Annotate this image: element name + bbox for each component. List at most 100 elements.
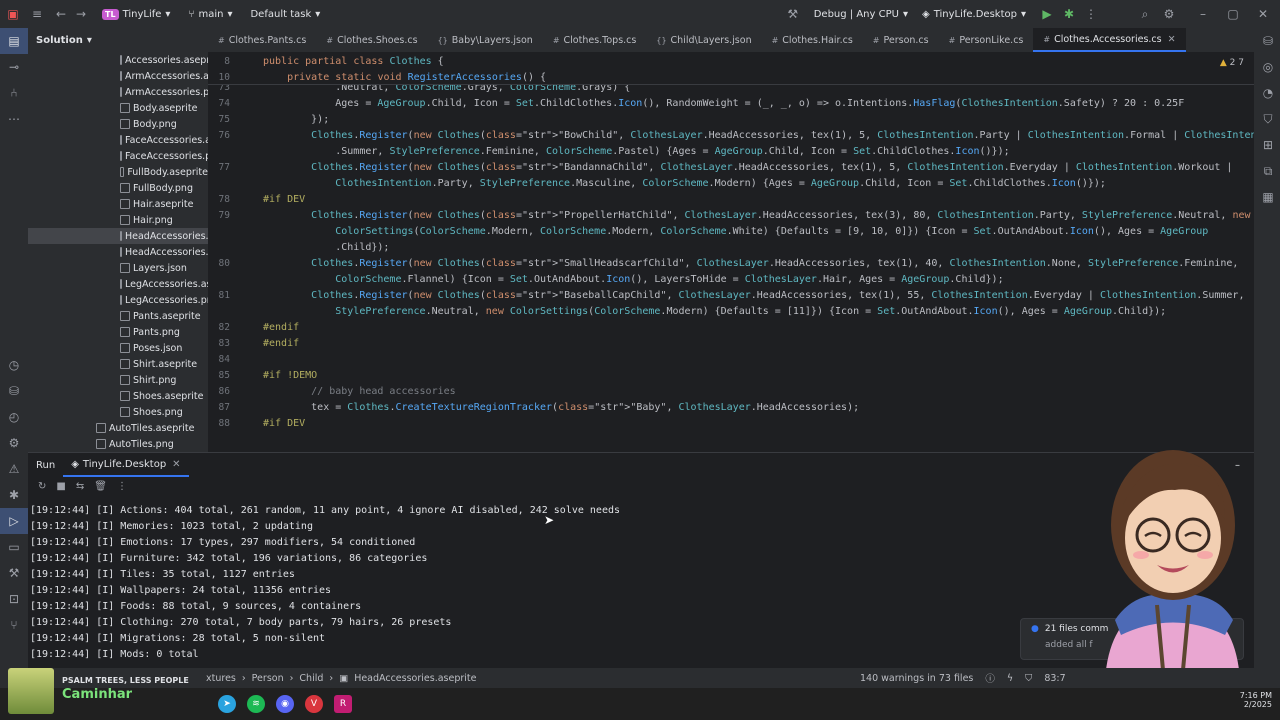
file-tree-item[interactable]: AutoTiles.png [28, 436, 208, 452]
warnings-summary[interactable]: 140 warnings in 73 files [860, 673, 973, 684]
file-tree-item[interactable]: HeadAccessories.aseprite [28, 228, 208, 244]
breadcrumb-item[interactable]: xtures [206, 673, 236, 684]
settings-icon[interactable]: ⚙ [1162, 7, 1176, 21]
clear-icon[interactable]: 🗑 [94, 481, 107, 492]
telegram-icon[interactable]: ➤ [218, 695, 236, 713]
editor-tab[interactable]: # Clothes.Tops.cs [543, 28, 647, 52]
file-tree-item[interactable]: LegAccessories.aseprite [28, 276, 208, 292]
lightning-icon[interactable]: ϟ [1007, 673, 1013, 684]
editor-tab[interactable]: # Clothes.Shoes.cs [316, 28, 427, 52]
file-tree-item[interactable]: FaceAccessories.png [28, 148, 208, 164]
clock-time[interactable]: 7:16 PM [1240, 691, 1272, 700]
minimize-icon[interactable]: – [1196, 7, 1210, 21]
file-tree-item[interactable]: Shirt.aseprite [28, 356, 208, 372]
database-icon[interactable]: ⛁ [1254, 28, 1280, 54]
ai-assistant-icon[interactable]: ◎ [1254, 54, 1280, 80]
inspection-widget[interactable]: ▲ 2 7 [1220, 58, 1244, 68]
nuget-icon[interactable]: ⧉ [1254, 158, 1280, 184]
more-icon[interactable]: ⋮ [1084, 7, 1098, 21]
wrap-icon[interactable]: ⇆ [76, 481, 84, 492]
file-tree-item[interactable]: Body.png [28, 116, 208, 132]
editor-tab[interactable]: {} Baby\Layers.json [428, 28, 543, 52]
profiler-icon[interactable]: ◴ [0, 404, 28, 430]
more-icon[interactable]: ⋮ [117, 481, 127, 492]
problems-icon[interactable]: ⚠ [0, 456, 28, 482]
shield-icon[interactable]: ⛉ [1254, 106, 1280, 132]
file-tree-item[interactable]: ArmAccessories.png [28, 84, 208, 100]
folder-icon[interactable]: ▤ [0, 28, 28, 54]
editor-tab[interactable]: # Clothes.Hair.cs [762, 28, 863, 52]
notifications-icon[interactable]: ◔ [1254, 80, 1280, 106]
build-icon[interactable]: ⚒ [0, 560, 28, 586]
file-tree-item[interactable]: HeadAccessories.png [28, 244, 208, 260]
database-icon[interactable]: ⛁ [0, 378, 28, 404]
info-icon[interactable]: ⓘ [985, 671, 995, 685]
task-selector[interactable]: Default task ▾ [250, 9, 320, 20]
commit-icon[interactable]: ⊸ [0, 54, 28, 80]
hammer-icon[interactable]: ⚒ [786, 7, 800, 21]
rider-taskbar-icon[interactable]: R [334, 695, 352, 713]
project-selector[interactable]: TL TinyLife ▾ [102, 8, 170, 20]
media-thumbnail[interactable] [8, 668, 54, 714]
file-tree-item[interactable]: Body.aseprite [28, 100, 208, 116]
file-tree-item[interactable]: Layers.json [28, 260, 208, 276]
file-tree-item[interactable]: FaceAccessories.aseprite [28, 132, 208, 148]
editor-tab[interactable]: # Clothes.Pants.cs [208, 28, 316, 52]
file-tree-item[interactable]: Poses.json [28, 340, 208, 356]
explorer-icon[interactable]: ▦ [1254, 184, 1280, 210]
more-tools-icon[interactable]: ⋯ [0, 106, 28, 132]
file-tree-item[interactable]: Accessories.aseprite [28, 52, 208, 68]
discord-icon[interactable]: ◉ [276, 695, 294, 713]
forward-icon[interactable]: → [74, 7, 88, 21]
console-output[interactable]: [19:12:44] [I] Actions: 404 total, 261 r… [28, 503, 620, 663]
terminal-icon[interactable]: ▭ [0, 534, 28, 560]
solution-header[interactable]: Solution ▾ [28, 28, 208, 52]
services-icon[interactable]: ◷ [0, 352, 28, 378]
vivaldi-icon[interactable]: V [305, 695, 323, 713]
run-config-tab[interactable]: ◈ TinyLife.Desktop ✕ [63, 453, 189, 477]
back-icon[interactable]: ← [54, 7, 68, 21]
search-icon[interactable]: ⌕ [1138, 7, 1152, 22]
file-tree-item[interactable]: Shoes.aseprite [28, 388, 208, 404]
sticky-scroll-header[interactable]: 8 public partial class Clothes {10 privat… [208, 52, 1254, 85]
hamburger-menu-icon[interactable]: ≡ [30, 7, 44, 21]
breadcrumb-item[interactable]: Child [299, 673, 323, 684]
file-tree-item[interactable]: Hair.aseprite [28, 196, 208, 212]
editor-tab[interactable]: {} Child\Layers.json [646, 28, 761, 52]
close-tab-icon[interactable]: ✕ [1168, 34, 1176, 45]
maximize-icon[interactable]: ▢ [1226, 7, 1240, 21]
stop-icon[interactable]: ■ [56, 481, 65, 492]
build-config-selector[interactable]: Debug | Any CPU ▾ [814, 9, 908, 20]
file-tree-item[interactable]: FullBody.png [28, 180, 208, 196]
file-tree-item[interactable]: AutoTiles.aseprite [28, 420, 208, 436]
run-tool-icon[interactable]: ▷ [0, 508, 28, 534]
git-icon[interactable]: ⑂ [0, 612, 28, 638]
debug-tool-icon[interactable]: ✱ [0, 482, 28, 508]
editor-tab[interactable]: # Person.cs [863, 28, 939, 52]
file-tree-item[interactable]: Shirt.png [28, 372, 208, 388]
branch-selector[interactable]: ⑂ main ▾ [188, 9, 232, 20]
run-target-selector[interactable]: ◈ TinyLife.Desktop ▾ [922, 9, 1026, 20]
problems-list-icon[interactable]: ⊡ [0, 586, 28, 612]
structure-icon[interactable]: ⊞ [1254, 132, 1280, 158]
caret-position[interactable]: 83:7 [1044, 673, 1065, 684]
file-tree-item[interactable]: LegAccessories.png [28, 292, 208, 308]
clock-date[interactable]: 2/2025 [1240, 700, 1272, 709]
breadcrumb-item[interactable]: Person [252, 673, 284, 684]
run-tab[interactable]: Run [28, 460, 63, 471]
close-tab-icon[interactable]: ✕ [172, 459, 180, 470]
editor-tab[interactable]: # PersonLike.cs [939, 28, 1034, 52]
code-editor[interactable]: 8 public partial class Clothes {10 privat… [208, 52, 1254, 452]
debug-icon[interactable]: ✱ [1062, 7, 1076, 21]
file-tree-item[interactable]: FullBody.aseprite [28, 164, 208, 180]
shield-icon[interactable]: ⛉ [1025, 673, 1032, 684]
file-tree-item[interactable]: ArmAccessories.aseprite [28, 68, 208, 84]
ide-logo-icon[interactable]: ▣ [6, 7, 20, 21]
rerun-icon[interactable]: ↻ [38, 481, 46, 492]
editor-tab[interactable]: # Clothes.Accessories.cs ✕ [1033, 28, 1186, 52]
plugins-icon[interactable]: ⚙ [0, 430, 28, 456]
pull-request-icon[interactable]: ⑃ [0, 80, 28, 106]
close-icon[interactable]: ✕ [1256, 7, 1270, 21]
file-tree-item[interactable]: Hair.png [28, 212, 208, 228]
file-tree-item[interactable]: Pants.png [28, 324, 208, 340]
